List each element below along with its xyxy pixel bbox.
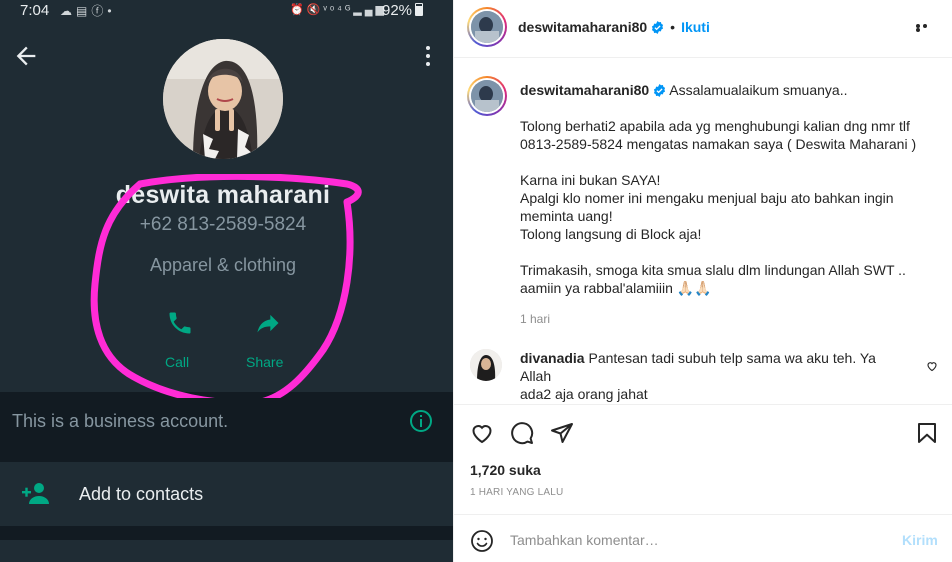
whatsapp-screenshot: 7:04 ☁▤ⓕ• ⏰🔇ᵛᵒ⁴ᴳ▂▄▆ 92% deswita maharani… xyxy=(0,0,453,562)
volte-icon: ᵛᵒ xyxy=(323,4,338,16)
back-arrow-icon[interactable] xyxy=(12,42,40,70)
add-to-contacts-label: Add to contacts xyxy=(79,484,204,504)
caption-line: Trimakasih, smoga kita smua slalu dlm li… xyxy=(520,262,906,278)
follow-button[interactable]: Ikuti xyxy=(681,19,710,35)
business-name: deswita maharani xyxy=(115,181,331,209)
verified-badge-icon xyxy=(652,21,664,34)
commenter-username[interactable]: divanadia xyxy=(520,350,585,366)
verified-badge-icon xyxy=(654,84,666,97)
4g-icon: ⁴ᴳ xyxy=(337,4,354,16)
battery-icon xyxy=(415,3,424,16)
more-options-icon[interactable] xyxy=(916,24,936,32)
caption-line: Apalgi klo nomer ini mengaku menjual baj… xyxy=(520,190,894,206)
header-avatar[interactable] xyxy=(467,7,507,47)
next-row-partial xyxy=(0,540,453,562)
status-bar: 7:04 ☁▤ⓕ• ⏰🔇ᵛᵒ⁴ᴳ▂▄▆ 92% xyxy=(0,0,453,24)
caption-line: meminta uang! xyxy=(520,208,613,224)
likes-count[interactable]: 1,720 suka xyxy=(470,462,541,478)
add-to-contacts-row[interactable]: Add to contacts xyxy=(0,462,453,526)
business-phone-number: +62 813-2589-5824 xyxy=(139,214,307,235)
status-time: 7:04 xyxy=(20,2,50,19)
profile-photo-image xyxy=(163,39,283,159)
call-icon[interactable] xyxy=(166,309,194,337)
add-person-icon xyxy=(22,483,49,504)
post-caption: deswitamaharani80 Assalamualaikum smuany… xyxy=(520,81,940,297)
status-left-icons: ☁▤ⓕ• xyxy=(60,2,116,19)
comment-text-continued: ada2 aja orang jahat xyxy=(520,386,648,402)
caption-line: Tolong langsung di Block aja! xyxy=(520,226,702,242)
separator-dot: • xyxy=(670,19,676,35)
comment-like-heart-icon[interactable] xyxy=(926,360,938,372)
caption-line: Assalamualaikum smuanya.. xyxy=(669,82,848,98)
add-comment-bar: Kirim xyxy=(454,514,952,562)
header-title-line: deswitamaharani80 • Ikuti xyxy=(518,19,710,35)
caption-username[interactable]: deswitamaharani80 xyxy=(520,82,649,98)
commenter-avatar-image xyxy=(470,349,502,381)
comment-input[interactable] xyxy=(510,527,890,553)
more-options-icon[interactable] xyxy=(418,42,438,70)
business-account-row[interactable]: This is a business account. xyxy=(0,398,453,448)
save-bookmark-icon[interactable] xyxy=(915,421,939,445)
post-actions: 1,720 suka 1 HARI YANG LALU xyxy=(454,404,952,514)
caption-avatar-image xyxy=(471,80,503,112)
business-account-note: This is a business account. xyxy=(12,411,229,431)
post-header: deswitamaharani80 • Ikuti xyxy=(454,0,952,58)
info-icon[interactable] xyxy=(409,409,433,433)
post-comment-button[interactable]: Kirim xyxy=(902,532,938,548)
dot-icon: • xyxy=(107,4,116,18)
profile-card: deswita maharani +62 813-2589-5824 Appar… xyxy=(0,24,453,406)
caption-line: Tolong berhati2 apabila ada yg menghubun… xyxy=(520,118,910,134)
caption-time[interactable]: 1 hari xyxy=(520,312,550,326)
business-category: Apparel & clothing xyxy=(149,255,297,275)
caption-line: Karna ini bukan SAYA! xyxy=(520,172,661,188)
instagram-post-panel: deswitamaharani80 • Ikuti deswitamaharani8… xyxy=(453,0,952,562)
caption-line: 0813-2589-5824 mengatas namakan saya ( D… xyxy=(520,136,917,152)
share-paper-plane-icon[interactable] xyxy=(550,421,574,445)
gallery-icon: ▤ xyxy=(76,4,92,18)
caption-avatar[interactable] xyxy=(467,76,507,116)
header-username[interactable]: deswitamaharani80 xyxy=(518,19,647,35)
facebook-icon: ⓕ xyxy=(91,4,108,18)
call-label[interactable]: Call xyxy=(165,354,189,370)
share-icon[interactable] xyxy=(252,309,284,337)
like-heart-icon[interactable] xyxy=(470,421,494,445)
commenter-avatar[interactable] xyxy=(470,349,502,381)
comment-bubble-icon[interactable] xyxy=(510,421,534,445)
comment-body: divanadia Pantesan tadi subuh telp sama … xyxy=(520,349,910,403)
header-avatar-image xyxy=(471,11,503,43)
alarm-icon: ⏰ xyxy=(290,4,307,16)
caption-line: aamiin ya rabbal'alamiiin 🙏🏻🙏🏻 xyxy=(520,280,712,296)
mute-icon: 🔇 xyxy=(306,4,324,16)
cloud-icon: ☁ xyxy=(60,4,76,18)
battery-indicator: 92% xyxy=(382,2,424,19)
post-date[interactable]: 1 HARI YANG LALU xyxy=(470,487,563,498)
profile-photo[interactable] xyxy=(163,39,283,159)
share-label[interactable]: Share xyxy=(246,354,283,370)
status-right-icons: ⏰🔇ᵛᵒ⁴ᴳ▂▄▆ xyxy=(290,3,387,16)
emoji-smiley-icon[interactable] xyxy=(470,529,494,553)
caption-first-line: deswitamaharani80 Assalamualaikum smuany… xyxy=(520,81,940,99)
battery-percent: 92% xyxy=(382,2,413,19)
